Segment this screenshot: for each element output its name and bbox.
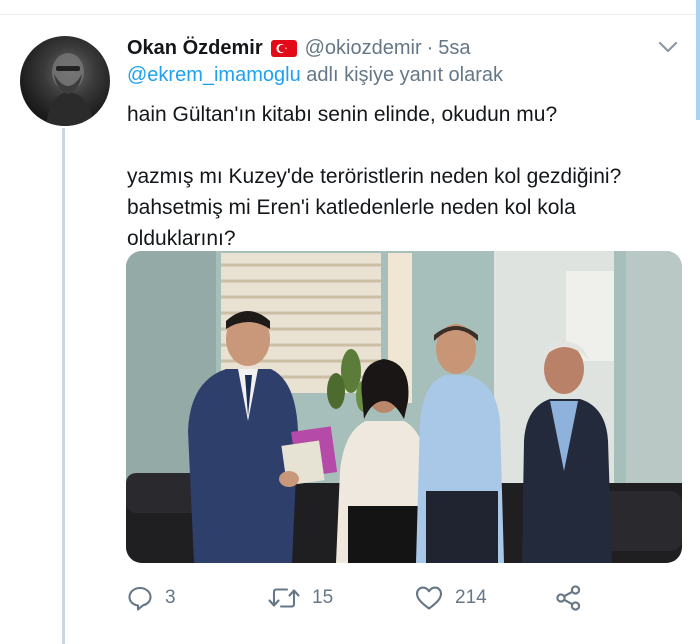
tweet-text-line: olduklarını? (127, 227, 236, 250)
share-icon (556, 585, 581, 611)
author-display-name[interactable]: Okan Özdemir (127, 37, 263, 60)
tweet-text-line: hain Gültan'ın kitabı senin elinde, okud… (127, 103, 558, 126)
avatar[interactable] (20, 36, 110, 126)
like-count: 214 (455, 587, 487, 608)
retweet-icon (268, 588, 300, 608)
reply-count: 3 (165, 587, 176, 608)
reply-context-text: adlı kişiye yanıt olarak (306, 64, 504, 86)
reply-icon (128, 586, 152, 611)
photo-scene (126, 251, 682, 563)
tweet-actions: 3 15 214 (127, 583, 597, 613)
tweet-text: hain Gültan'ın kitabı senin elinde, okud… (127, 99, 667, 254)
author-handle[interactable]: @okiozdemir (305, 37, 422, 60)
heart-icon (415, 586, 443, 610)
thread-line (62, 128, 65, 644)
tweet-header: Okan Özdemir @okiozdemir · 5sa (127, 34, 471, 62)
retweet-action[interactable]: 15 (268, 583, 333, 613)
like-action[interactable]: 214 (415, 583, 487, 613)
tweet-text-line: yazmış mı Kuzey'de teröristlerin neden k… (127, 165, 622, 188)
retweet-count: 15 (312, 587, 334, 608)
share-action[interactable] (555, 583, 583, 613)
top-divider (0, 14, 700, 15)
tweet-timestamp[interactable]: 5sa (438, 37, 470, 60)
tweet-text-line: bahsetmiş mi Eren'i katledenlerle neden … (127, 196, 576, 219)
header-separator: · (426, 36, 434, 59)
chevron-down-icon[interactable] (658, 40, 678, 54)
tweet-photo[interactable] (126, 251, 682, 563)
reply-action[interactable]: 3 (127, 583, 176, 613)
turkey-flag-icon (270, 39, 297, 57)
reply-context: @ekrem_imamoglu adlı kişiye yanıt olarak (127, 64, 503, 87)
scroll-indicator (696, 0, 700, 120)
reply-mention-link[interactable]: @ekrem_imamoglu (127, 64, 301, 86)
avatar-photo (46, 53, 94, 126)
